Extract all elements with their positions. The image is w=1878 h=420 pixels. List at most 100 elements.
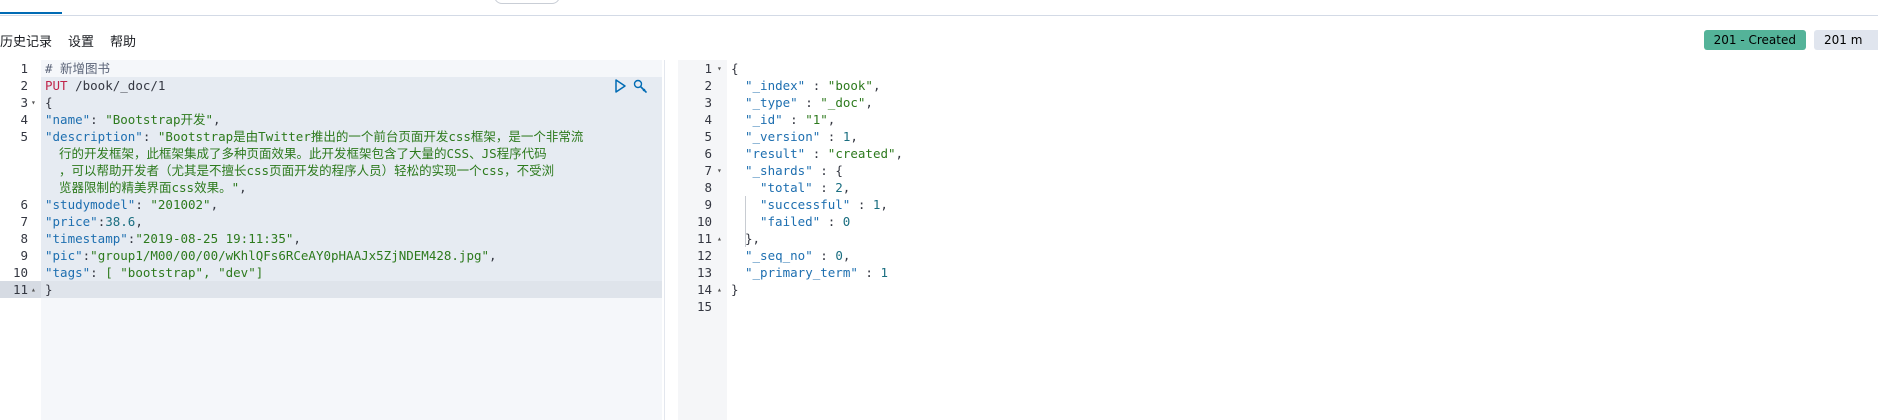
line-number: 1 — [20, 61, 28, 76]
json-string: 览器限制的精美界面css效果。" — [59, 180, 240, 195]
json-string: "1" — [805, 112, 828, 127]
fold-open-icon[interactable]: ▾ — [717, 64, 722, 73]
line-number: 3 — [20, 95, 28, 110]
field-studymodel: "studymodel": "201002", — [45, 197, 219, 212]
json-key: "tags" — [45, 265, 91, 280]
menu-settings[interactable]: 设置 — [68, 31, 94, 50]
line-number: 8 — [704, 180, 712, 195]
line-number: 1 — [704, 61, 712, 76]
json-number: 38.6 — [105, 214, 136, 229]
fold-open-icon[interactable]: ▾ — [717, 166, 722, 175]
response-status-bar: 201 - Created 201 m — [1703, 30, 1878, 50]
top-strip — [0, 0, 1878, 16]
request-path: /book/_doc/1 — [75, 78, 166, 93]
line-number: 14 — [696, 282, 712, 297]
resp-total: "total" : 2, — [760, 180, 851, 195]
json-key: "timestamp" — [45, 231, 128, 246]
json-key: "total" — [760, 180, 813, 195]
json-string: "book" — [827, 78, 873, 93]
line-number: 5 — [20, 129, 28, 144]
field-pic: "pic":"group1/M00/00/00/wKhlQFs6RCeAY0pH… — [45, 248, 497, 263]
line-number: 6 — [20, 197, 28, 212]
top-toggle-pill[interactable] — [494, 0, 560, 4]
response-gutter: 1 ▾ 2 3 4 5 6 7 ▾ 8 9 10 11 ▴ 12 13 14 ▴… — [678, 60, 727, 420]
line-number: 3 — [704, 95, 712, 110]
resp-seq-no: "_seq_no" : 0, — [745, 248, 851, 263]
field-tags: "tags": [ "bootstrap", "dev"] — [45, 265, 264, 280]
json-key: "studymodel" — [45, 197, 136, 212]
line-number: 7 — [20, 214, 28, 229]
json-key: "pic" — [45, 248, 83, 263]
json-string: "201002" — [150, 197, 211, 212]
json-string: "group1/M00/00/00/wKhlQFs6RCeAY0pHAAJx5Z… — [90, 248, 490, 263]
json-key: "_version" — [745, 129, 821, 144]
line-number: 9 — [20, 248, 28, 263]
json-string: "_doc" — [820, 95, 866, 110]
line-number: 15 — [696, 299, 712, 314]
resp-version: "_version" : 1, — [745, 129, 858, 144]
json-string-wrap: ，可以帮助开发者（尤其是不擅长css页面开发的程序人员）轻松的实现一个css，不… — [59, 163, 555, 178]
brace: { — [731, 61, 739, 76]
json-number: 1 — [880, 265, 888, 280]
http-method: PUT — [45, 78, 68, 93]
field-price: "price":38.6, — [45, 214, 143, 229]
line-number: 5 — [704, 129, 712, 144]
line-number: 6 — [704, 146, 712, 161]
resp-index: "_index" : "book", — [745, 78, 881, 93]
line-number: 10 — [12, 265, 28, 280]
fold-close-icon[interactable]: ▴ — [31, 285, 36, 294]
resp-failed: "failed" : 0 — [760, 214, 851, 229]
line-number: 7 — [704, 163, 712, 178]
play-icon[interactable] — [612, 78, 628, 94]
field-timestamp: "timestamp":"2019-08-25 19:11:35", — [45, 231, 301, 246]
json-string: "2019-08-25 19:11:35" — [135, 231, 294, 246]
request-code-area[interactable]: # 新增图书 PUT /book/_doc/1 { "name": "Boots… — [41, 60, 662, 420]
line-number: 2 — [20, 78, 28, 93]
json-key: "description" — [45, 129, 143, 144]
resp-type: "_type" : "_doc", — [745, 95, 873, 110]
json-key: "successful" — [760, 197, 851, 212]
line-number: 2 — [704, 78, 712, 93]
json-key: "result" — [745, 146, 806, 161]
active-line — [41, 281, 662, 298]
field-description: "description": "Bootstrap是由Twitter推出的一个前… — [45, 129, 584, 144]
response-viewer[interactable]: 1 ▾ 2 3 4 5 6 7 ▾ 8 9 10 11 ▴ 12 13 14 ▴… — [678, 60, 1878, 420]
line-number: 13 — [696, 265, 712, 280]
line-number: 11 — [696, 231, 712, 246]
fold-close-icon[interactable]: ▴ — [717, 285, 722, 294]
field-name: "name": "Bootstrap开发", — [45, 112, 221, 127]
json-array: [ "bootstrap", "dev"] — [105, 265, 264, 280]
json-key: "_type" — [745, 95, 798, 110]
resp-successful: "successful" : 1, — [760, 197, 888, 212]
fold-open-icon[interactable]: ▾ — [31, 98, 36, 107]
brace: { — [45, 95, 53, 110]
menu-history[interactable]: 历史记录 — [0, 31, 52, 50]
json-number: 2 — [835, 180, 843, 195]
json-key: "name" — [45, 112, 91, 127]
request-gutter: 1 2 3 ▾ 4 5 6 7 8 9 10 11 ▴ — [0, 60, 41, 420]
active-tab-indicator — [0, 12, 62, 14]
json-string-wrap-last: 览器限制的精美界面css效果。", — [59, 180, 247, 195]
json-key: "_seq_no" — [745, 248, 813, 263]
console-menubar: 历史记录 设置 帮助 — [0, 26, 152, 54]
status-badge: 201 - Created — [1703, 30, 1806, 50]
brace: } — [45, 282, 53, 297]
json-key: "_index" — [745, 78, 806, 93]
menu-help[interactable]: 帮助 — [110, 31, 136, 50]
json-number: 0 — [842, 214, 851, 229]
resp-result: "result" : "created", — [745, 146, 904, 161]
pane-resizer[interactable] — [664, 60, 677, 420]
request-editor[interactable]: 1 2 3 ▾ 4 5 6 7 8 9 10 11 ▴ # 新增图书 PUT /… — [0, 60, 662, 420]
fold-close-icon[interactable]: ▴ — [717, 234, 722, 243]
json-string: "created" — [827, 146, 896, 161]
line-number: 10 — [696, 214, 712, 229]
resp-id: "_id" : "1", — [745, 112, 836, 127]
wrench-icon[interactable] — [632, 78, 648, 94]
resp-primary-term: "_primary_term" : 1 — [745, 265, 888, 280]
json-key: "_primary_term" — [745, 265, 858, 280]
line-number: 4 — [20, 112, 28, 127]
request-comment: # 新增图书 — [45, 61, 111, 76]
json-key: "price" — [45, 214, 98, 229]
response-code-area[interactable]: { "_index" : "book", "_type" : "_doc", "… — [727, 60, 1878, 420]
brace: { — [835, 163, 843, 178]
